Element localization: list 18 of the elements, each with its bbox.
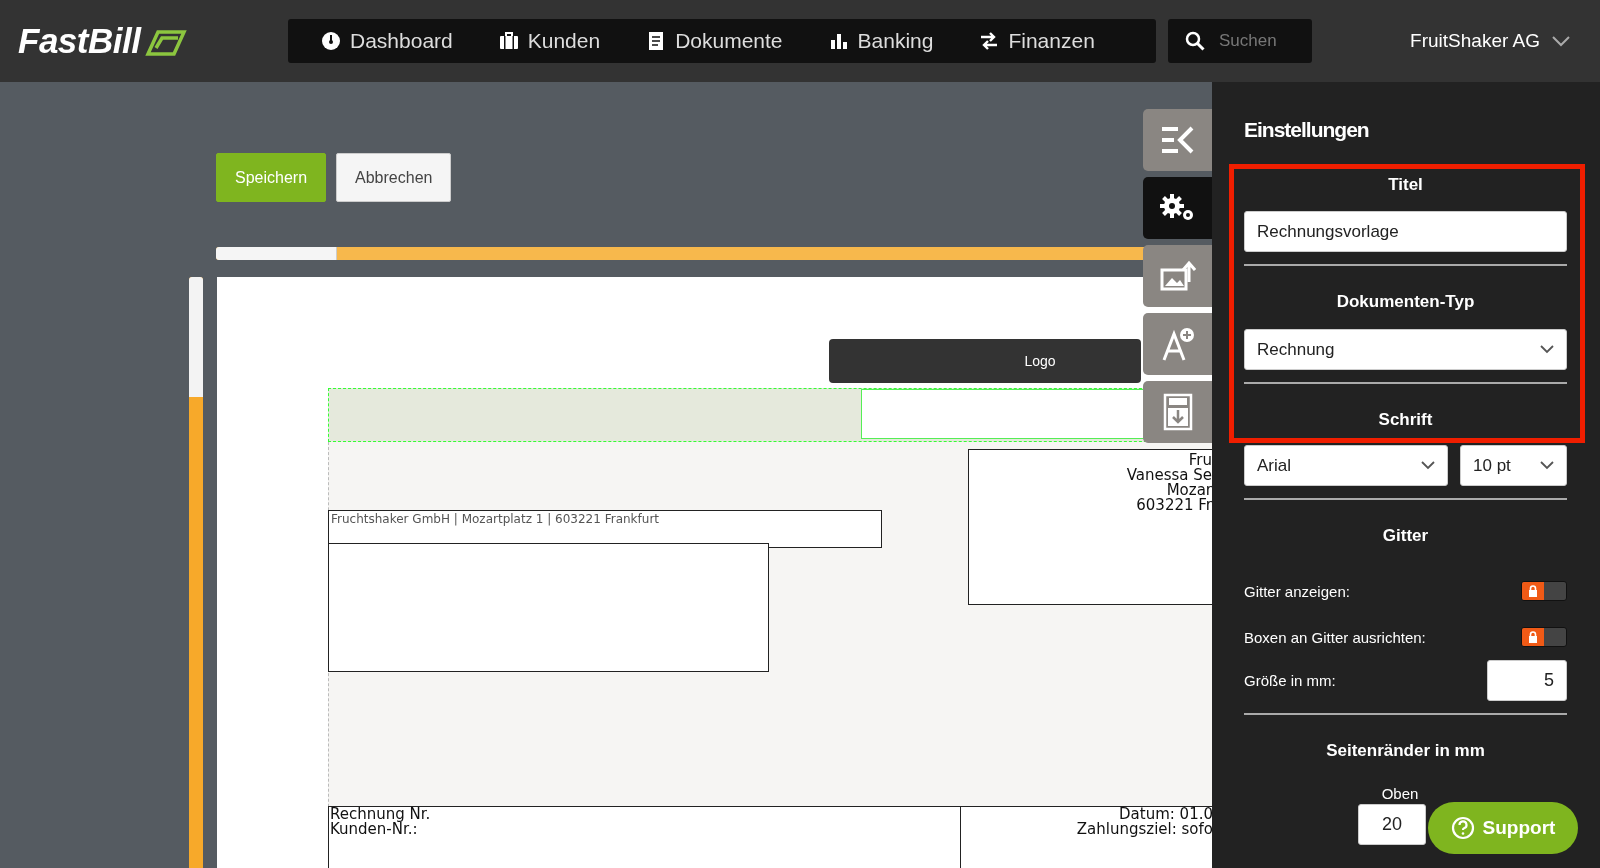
field-label: Oben [1381,785,1419,802]
invoice-field: Rechnung Nr. [330,807,960,822]
recipient-line: Fru [1188,453,1212,468]
section-heading: Seitenränder in mm [1325,741,1486,761]
field-label: Größe in mm: [1244,672,1336,689]
section-heading: Dokumenten-Typ [1335,292,1476,312]
toggle-label: Boxen an Gitter ausrichten: [1244,628,1426,646]
recipient-line: Vanessa Se [1126,468,1212,483]
invoice-field: Datum: 01.0 [1119,807,1212,822]
invoice-field: Zahlungsziel: sofo [1076,822,1212,837]
section-heading: Titel [1387,175,1424,195]
toggle-label: Gitter anzeigen: [1244,582,1350,600]
section-heading: Schrift [1377,410,1434,430]
recipient-line: 603221 Fr [1136,498,1212,513]
invoice-field: Kunden-Nr.: [330,822,960,837]
recipient-line: Mozar [1166,483,1212,498]
section-heading: Gitter [1381,526,1430,546]
panel-title: Einstellungen [1244,118,1370,142]
